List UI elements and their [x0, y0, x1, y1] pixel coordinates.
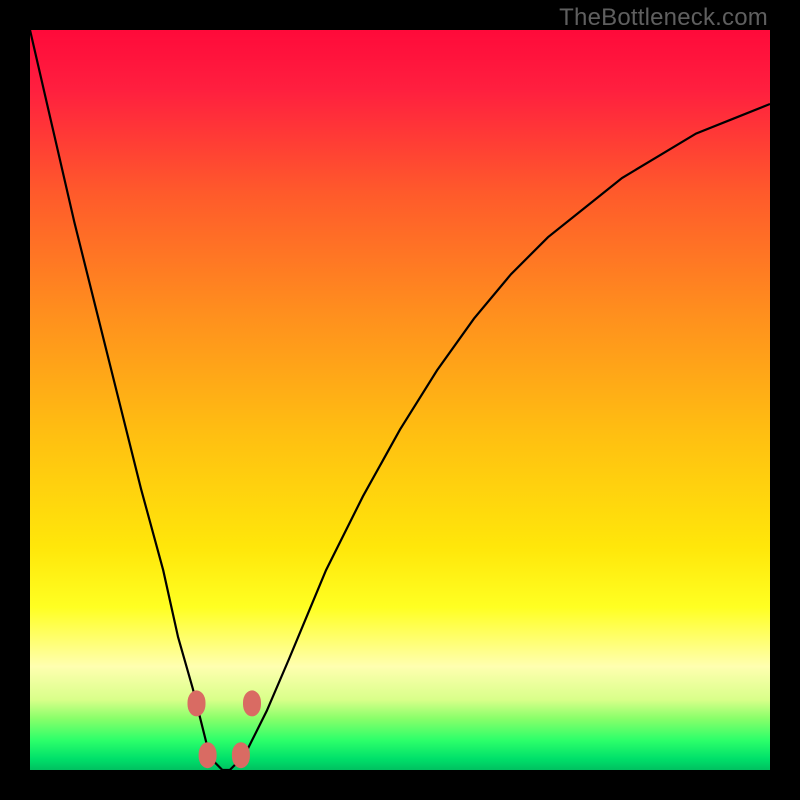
curve-marker — [243, 690, 261, 716]
watermark-text: TheBottleneck.com — [559, 4, 768, 32]
chart-container: TheBottleneck.com — [0, 0, 800, 800]
curve-marker — [199, 742, 217, 768]
chart-svg — [30, 30, 770, 770]
plot-area — [30, 30, 770, 770]
gradient-background — [30, 30, 770, 770]
curve-marker — [188, 690, 206, 716]
curve-marker — [232, 742, 250, 768]
